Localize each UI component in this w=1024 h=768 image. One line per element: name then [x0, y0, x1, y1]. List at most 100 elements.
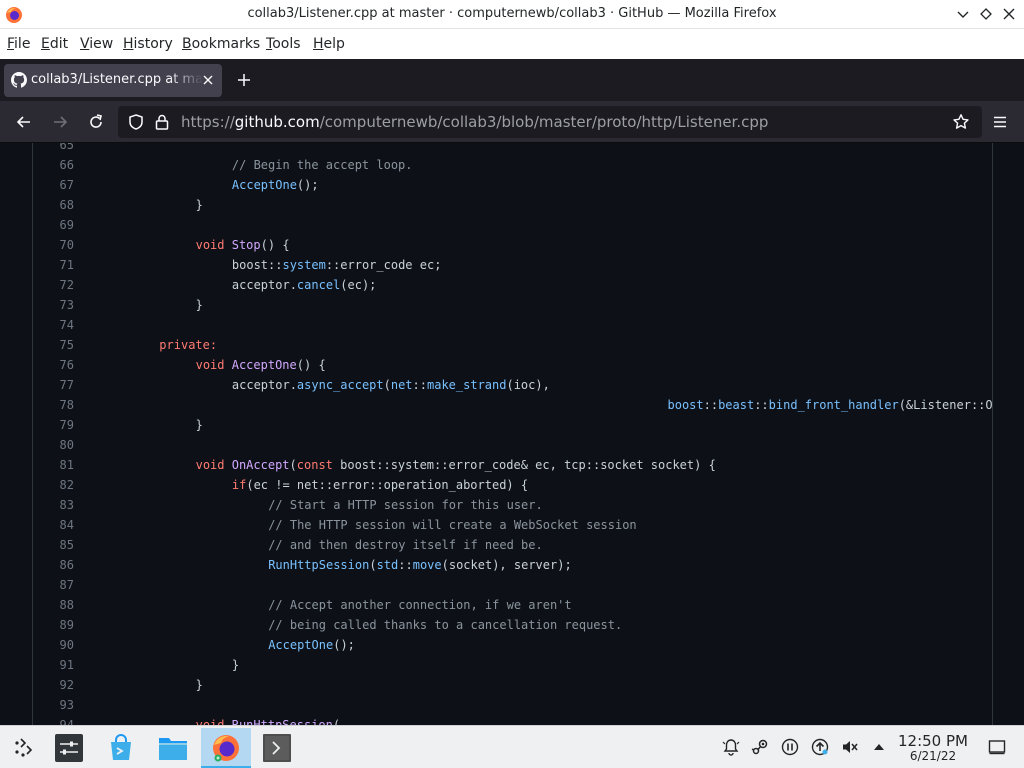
code-token: acceptor.	[231, 378, 297, 392]
line-number[interactable]: 84	[33, 515, 74, 535]
line-number[interactable]: 73	[33, 295, 74, 315]
code-token: (&Listener::OnAccept,	[898, 398, 993, 412]
steam-icon	[751, 739, 768, 755]
line-number[interactable]: 87	[33, 575, 74, 595]
url-text[interactable]: https://github.com/computernewb/collab3/…	[181, 113, 768, 131]
code-line: 69	[33, 215, 992, 235]
maximize-button[interactable]	[978, 6, 994, 22]
dolphin-files-icon	[159, 738, 187, 760]
menu-history[interactable]: History	[123, 36, 173, 52]
line-number[interactable]: 68	[33, 195, 74, 215]
code-token: async_accept	[296, 378, 384, 392]
line-number[interactable]: 81	[33, 455, 74, 475]
minimize-button[interactable]	[955, 6, 971, 22]
code-text: AcceptOne();	[232, 175, 319, 195]
code-token: void	[195, 238, 225, 252]
line-number[interactable]: 80	[33, 435, 74, 455]
line-number[interactable]: 74	[33, 315, 74, 335]
line-number[interactable]: 72	[33, 275, 74, 295]
line-number[interactable]: 86	[33, 555, 74, 575]
code-line: 89 // being called thanks to a cancellati…	[33, 615, 992, 635]
code-line: 85 // and then destroy itself if need be.	[33, 535, 992, 555]
code-token: }	[195, 418, 203, 432]
reload-button[interactable]	[87, 113, 105, 131]
lock-icon[interactable]	[153, 113, 171, 131]
line-number[interactable]: 79	[33, 415, 74, 435]
code-token: (socket), server);	[441, 558, 572, 572]
line-number[interactable]: 65	[33, 143, 74, 155]
code-line: 79}	[33, 415, 992, 435]
line-number[interactable]: 76	[33, 355, 74, 375]
notifications-tray[interactable]	[722, 738, 740, 756]
code-text: }	[196, 415, 203, 435]
line-number[interactable]: 70	[33, 235, 74, 255]
code-text: AcceptOne();	[268, 635, 355, 655]
code-line: 92}	[33, 675, 992, 695]
menu-view[interactable]: View	[80, 36, 113, 52]
code-token: boost::	[231, 258, 283, 272]
volume-muted-icon	[843, 741, 858, 753]
tab-listener-cpp[interactable]: collab3/Listener.cpp at master · compute…	[4, 64, 222, 97]
system-settings-button[interactable]	[47, 728, 91, 768]
clock-time[interactable]: 12:50 PM	[897, 732, 969, 750]
line-number[interactable]: 94	[33, 715, 74, 725]
discover-store-button[interactable]	[99, 728, 143, 768]
code-text: private:	[159, 335, 217, 355]
code-text: void Stop() {	[196, 235, 290, 255]
shield-icon[interactable]	[127, 113, 145, 131]
menu-bookmarks[interactable]: Bookmarks	[182, 36, 260, 52]
back-arrow-icon	[16, 116, 30, 128]
dolphin-files-button[interactable]	[151, 728, 195, 768]
code-token: OnAccept	[231, 458, 290, 472]
line-number[interactable]: 92	[33, 675, 74, 695]
code-line: 83 // Start a HTTP session for this user.	[33, 495, 992, 515]
code-token: beast	[718, 398, 755, 412]
line-number[interactable]: 90	[33, 635, 74, 655]
close-tab-icon[interactable]	[201, 73, 215, 87]
code-line: 94 void RunHttpSession(	[33, 715, 992, 725]
app-launcher-button[interactable]	[0, 728, 44, 768]
line-number[interactable]: 82	[33, 475, 74, 495]
show-desktop-button[interactable]	[988, 738, 1006, 756]
expand-tray-button[interactable]	[870, 738, 888, 756]
line-number[interactable]: 67	[33, 175, 74, 195]
clock-date[interactable]: 6/21/22	[897, 749, 969, 763]
konsole-button[interactable]	[255, 728, 299, 768]
line-number[interactable]: 85	[33, 535, 74, 555]
code-text: // being called thanks to a cancellation…	[268, 615, 622, 635]
line-number[interactable]: 75	[33, 335, 74, 355]
hamburger-menu-icon	[994, 116, 1006, 128]
code-token: () {	[260, 238, 290, 252]
new-tab-icon[interactable]	[236, 72, 252, 88]
line-number[interactable]: 77	[33, 375, 74, 395]
steam-tray[interactable]	[751, 738, 769, 756]
code-text: void RunHttpSession(	[196, 715, 341, 725]
media-player-tray[interactable]	[781, 738, 799, 756]
menu-help[interactable]: Help	[313, 36, 345, 52]
menu-edit[interactable]: Edit	[41, 36, 68, 52]
close-window-button[interactable]	[1001, 6, 1017, 22]
line-number[interactable]: 83	[33, 495, 74, 515]
forward-button[interactable]	[51, 113, 69, 131]
back-button[interactable]	[15, 113, 33, 131]
menu-tools[interactable]: Tools	[266, 36, 301, 52]
app-menu-button[interactable]	[991, 113, 1009, 131]
firefox-taskbar-button[interactable]	[201, 728, 251, 768]
line-number[interactable]: 69	[33, 215, 74, 235]
line-number[interactable]: 91	[33, 655, 74, 675]
discover-store-icon	[111, 734, 131, 760]
line-number[interactable]: 89	[33, 615, 74, 635]
bookmark-button[interactable]	[952, 113, 970, 131]
code-token: RunHttpSession	[231, 718, 333, 725]
menu-file[interactable]: File	[7, 36, 30, 52]
line-number[interactable]: 71	[33, 255, 74, 275]
updates-tray[interactable]	[811, 738, 829, 756]
code-text: // Accept another connection, if we aren…	[268, 595, 571, 615]
line-number[interactable]: 93	[33, 695, 74, 715]
line-number[interactable]: 88	[33, 595, 74, 615]
system-settings-icon	[55, 734, 83, 762]
url-bar[interactable]: https://github.com/computernewb/collab3/…	[118, 106, 982, 138]
line-number[interactable]: 78	[33, 395, 74, 415]
volume-tray[interactable]	[841, 738, 859, 756]
line-number[interactable]: 66	[33, 155, 74, 175]
